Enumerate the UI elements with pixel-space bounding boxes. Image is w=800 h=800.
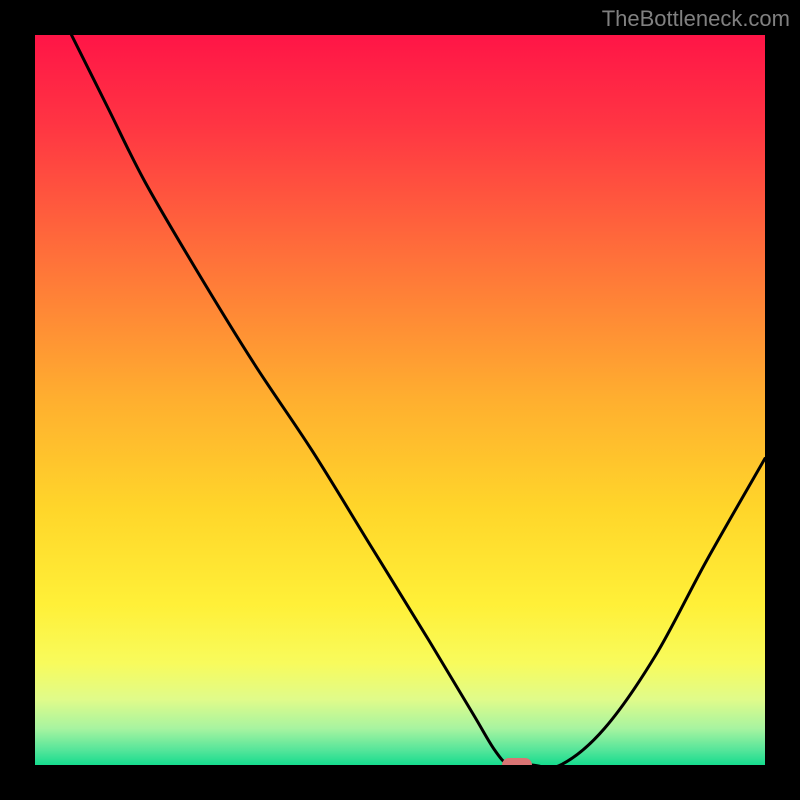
plot-area <box>35 35 765 765</box>
bottleneck-curve <box>35 35 765 765</box>
chart-frame: TheBottleneck.com <box>0 0 800 800</box>
optimal-marker <box>502 758 532 765</box>
attribution-text: TheBottleneck.com <box>602 6 790 32</box>
